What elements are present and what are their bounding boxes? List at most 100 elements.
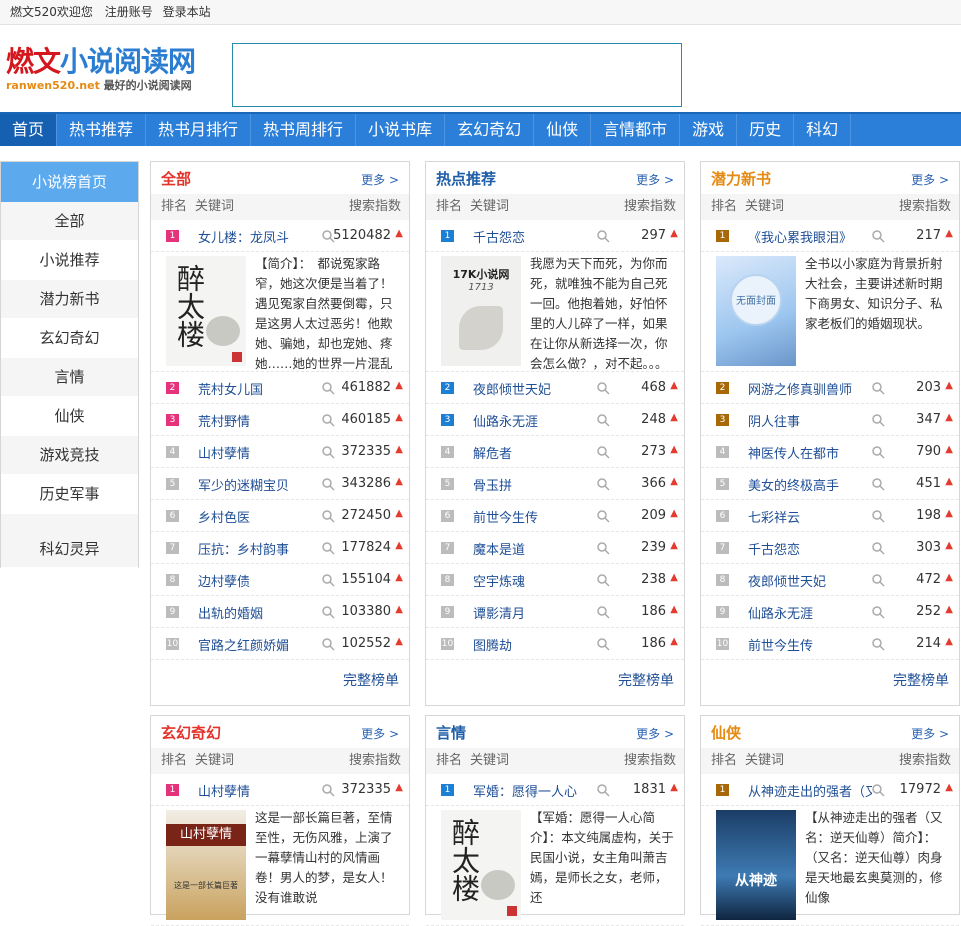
book-link[interactable]: 七彩祥云 — [748, 507, 800, 526]
nav-item[interactable]: 科幻 — [794, 114, 852, 146]
book-link[interactable]: 荒村女儿国 — [198, 379, 263, 398]
search-icon[interactable] — [321, 605, 335, 619]
book-link[interactable]: 解危者 — [473, 443, 512, 462]
book-link[interactable]: 夜郎倾世天妃 — [473, 379, 551, 398]
full-list-link[interactable]: 完整榜单 — [893, 673, 949, 689]
search-icon[interactable] — [596, 783, 610, 797]
search-icon[interactable] — [321, 477, 335, 491]
book-link[interactable]: 千古怨恋 — [748, 539, 800, 558]
nav-item[interactable]: 玄幻奇幻 — [445, 114, 535, 146]
book-link[interactable]: 千古怨恋 — [473, 227, 525, 246]
book-link[interactable]: 魔本是道 — [473, 539, 525, 558]
search-icon[interactable] — [871, 229, 885, 243]
book-link[interactable]: 网游之修真驯兽师 — [748, 379, 852, 398]
register-link[interactable]: 注册账号 — [105, 5, 153, 19]
sidebar-item[interactable]: 全部 — [1, 202, 138, 241]
book-link[interactable]: 仙路永无涯 — [473, 411, 538, 430]
more-link[interactable]: 更多 > — [361, 725, 399, 742]
book-link[interactable]: 女儿楼：龙凤斗 — [198, 227, 289, 246]
sidebar-item[interactable]: 潜力新书 — [1, 280, 138, 319]
search-icon[interactable] — [871, 413, 885, 427]
full-list-link[interactable]: 完整榜单 — [618, 673, 674, 689]
search-icon[interactable] — [321, 381, 335, 395]
more-link[interactable]: 更多 > — [911, 725, 949, 742]
search-icon[interactable] — [321, 783, 335, 797]
search-icon[interactable] — [321, 445, 335, 459]
search-icon[interactable] — [596, 573, 610, 587]
book-link[interactable]: 乡村色医 — [198, 507, 250, 526]
book-link[interactable]: 神医传人在都市 — [748, 443, 839, 462]
search-icon[interactable] — [871, 783, 885, 797]
search-icon[interactable] — [321, 509, 335, 523]
search-icon[interactable] — [596, 229, 610, 243]
book-link[interactable]: 山村孽情 — [198, 781, 250, 800]
search-icon[interactable] — [321, 413, 335, 427]
search-icon[interactable] — [596, 413, 610, 427]
book-link[interactable]: 官路之红颜娇媚 — [198, 635, 289, 654]
search-icon[interactable] — [596, 637, 610, 651]
book-link[interactable]: 仙路永无涯 — [748, 603, 813, 622]
search-icon[interactable] — [871, 541, 885, 555]
search-icon[interactable] — [321, 541, 335, 555]
book-link[interactable]: 《我心累我眼泪》 — [748, 227, 852, 246]
nav-item[interactable]: 热书月排行 — [146, 114, 252, 146]
nav-item[interactable]: 历史 — [737, 114, 795, 146]
search-icon[interactable] — [871, 381, 885, 395]
nav-item[interactable]: 小说书库 — [356, 114, 446, 146]
sidebar-item[interactable]: 仙侠 — [1, 397, 138, 436]
book-link[interactable]: 夜郎倾世天妃 — [748, 571, 826, 590]
site-logo[interactable]: 燃文小说阅读网 ranwen520.net 最好的小说阅读网 — [6, 46, 226, 102]
book-link[interactable]: 图腾劫 — [473, 635, 512, 654]
nav-item[interactable]: 首页 — [0, 114, 58, 146]
more-link[interactable]: 更多 > — [636, 725, 674, 742]
book-link[interactable]: 谭影清月 — [473, 603, 525, 622]
search-icon[interactable] — [871, 477, 885, 491]
book-link[interactable]: 军婚：愿得一人心 — [473, 781, 577, 800]
search-icon[interactable] — [596, 605, 610, 619]
book-link[interactable]: 美女的终极高手 — [748, 475, 839, 494]
book-link[interactable]: 山村孽情 — [198, 443, 250, 462]
search-icon[interactable] — [596, 541, 610, 555]
book-cover[interactable]: 无面封面 — [716, 256, 796, 366]
book-cover[interactable]: 醉太楼 — [166, 256, 246, 366]
book-link[interactable]: 骨玉拼 — [473, 475, 512, 494]
sidebar-item[interactable]: 历史军事 — [1, 475, 138, 514]
book-link[interactable]: 从神迹走出的强者（又 — [748, 781, 872, 800]
nav-item[interactable]: 言情都市 — [591, 114, 681, 146]
book-link[interactable]: 荒村野情 — [198, 411, 250, 430]
book-link[interactable]: 边村孽债 — [198, 571, 250, 590]
nav-item[interactable]: 游戏 — [680, 114, 738, 146]
sidebar-item[interactable]: 游戏竞技 — [1, 436, 138, 475]
book-link[interactable]: 空宇炼魂 — [473, 571, 525, 590]
full-list-link[interactable]: 完整榜单 — [343, 673, 399, 689]
search-icon[interactable] — [871, 509, 885, 523]
sidebar-item[interactable]: 小说推荐 — [1, 241, 138, 280]
nav-item[interactable]: 仙侠 — [534, 114, 592, 146]
search-icon[interactable] — [871, 573, 885, 587]
search-icon[interactable] — [871, 637, 885, 651]
nav-item[interactable]: 热书周排行 — [251, 114, 357, 146]
book-link[interactable]: 前世今生传 — [748, 635, 813, 654]
login-link[interactable]: 登录本站 — [163, 5, 211, 19]
book-link[interactable]: 压抗：乡村韵事 — [198, 539, 289, 558]
search-icon[interactable] — [596, 509, 610, 523]
search-icon[interactable] — [321, 637, 335, 651]
book-link[interactable]: 前世今生传 — [473, 507, 538, 526]
nav-item[interactable]: 热书推荐 — [57, 114, 147, 146]
book-link[interactable]: 军少的迷糊宝贝 — [198, 475, 289, 494]
more-link[interactable]: 更多 > — [636, 171, 674, 188]
search-icon[interactable] — [596, 381, 610, 395]
sidebar-item[interactable]: 科幻灵异 — [1, 514, 138, 568]
book-cover[interactable]: 山村孽情 这是一部长篇巨著 — [166, 810, 246, 920]
sidebar-item[interactable]: 言情 — [1, 358, 138, 397]
search-icon[interactable] — [596, 477, 610, 491]
book-link[interactable]: 出轨的婚姻 — [198, 603, 263, 622]
search-icon[interactable] — [871, 445, 885, 459]
book-cover[interactable]: 17K小说网 1713 — [441, 256, 521, 366]
book-cover[interactable]: 从神迹 — [716, 810, 796, 920]
more-link[interactable]: 更多 > — [911, 171, 949, 188]
more-link[interactable]: 更多 > — [361, 171, 399, 188]
sidebar-item[interactable]: 玄幻奇幻 — [1, 319, 138, 358]
sidebar-head[interactable]: 小说榜首页 — [1, 162, 138, 202]
search-icon[interactable] — [596, 445, 610, 459]
